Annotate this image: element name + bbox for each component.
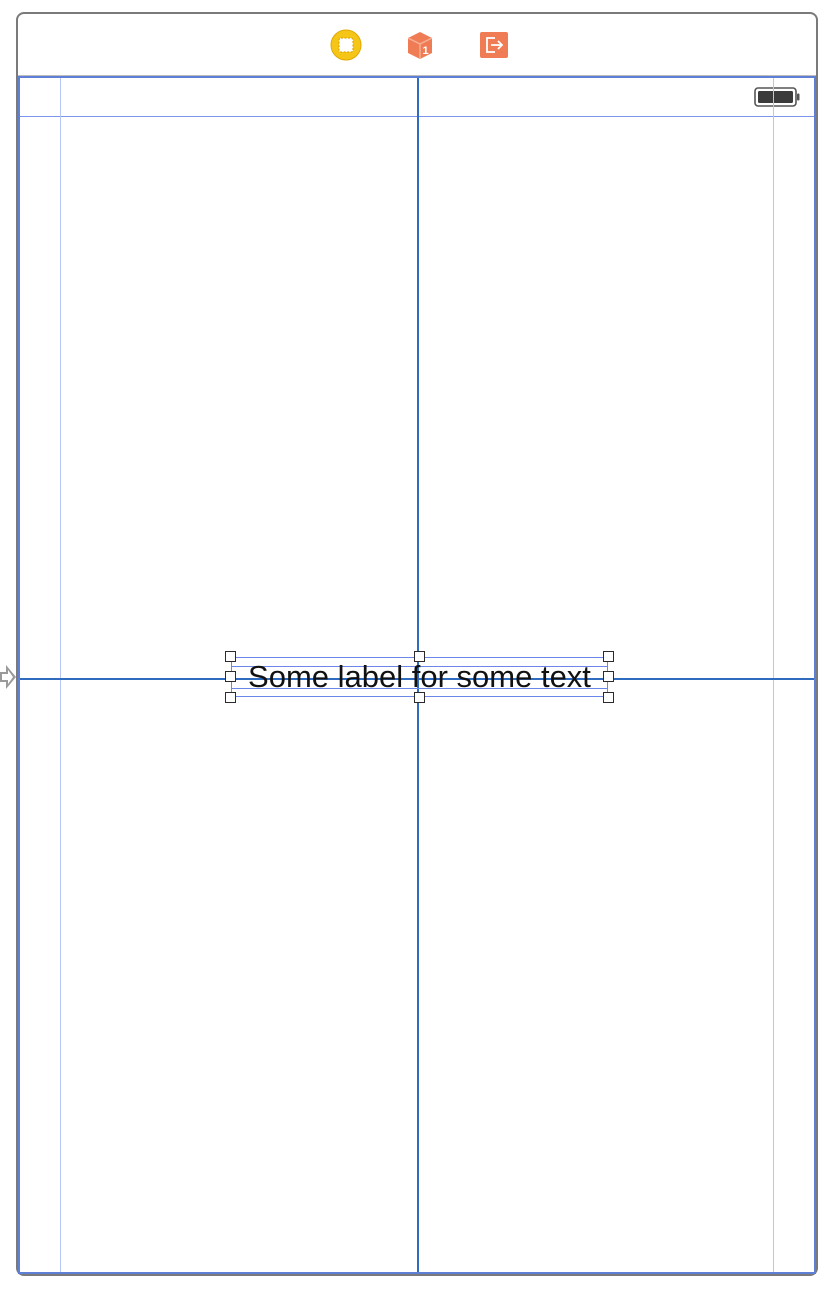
- view-controller-scene[interactable]: 1 Some label for some text: [16, 12, 818, 1276]
- exit-icon[interactable]: [478, 29, 510, 61]
- root-view[interactable]: Some label for some text: [18, 76, 816, 1274]
- resize-handle-top-right[interactable]: [603, 651, 614, 662]
- resize-handle-top-left[interactable]: [225, 651, 236, 662]
- leading-margin-guide: [60, 78, 61, 1272]
- resize-handle-bottom-right[interactable]: [603, 692, 614, 703]
- svg-text:1: 1: [422, 45, 428, 57]
- label-text[interactable]: Some label for some text: [231, 660, 608, 694]
- resize-handle-bottom-center[interactable]: [414, 692, 425, 703]
- selected-label[interactable]: Some label for some text: [225, 651, 614, 703]
- resize-handle-middle-left[interactable]: [225, 671, 236, 682]
- entry-point-arrow-icon[interactable]: [0, 663, 16, 691]
- trailing-margin-guide: [773, 78, 774, 1272]
- resize-handle-bottom-left[interactable]: [225, 692, 236, 703]
- resize-handle-middle-right[interactable]: [603, 671, 614, 682]
- battery-icon: [754, 87, 800, 107]
- view-controller-icon[interactable]: [330, 29, 362, 61]
- resize-handle-top-center[interactable]: [414, 651, 425, 662]
- scene-dock: 1: [18, 14, 816, 76]
- storyboard-canvas: 1 Some label for some text: [0, 0, 834, 1298]
- first-responder-icon[interactable]: 1: [404, 29, 436, 61]
